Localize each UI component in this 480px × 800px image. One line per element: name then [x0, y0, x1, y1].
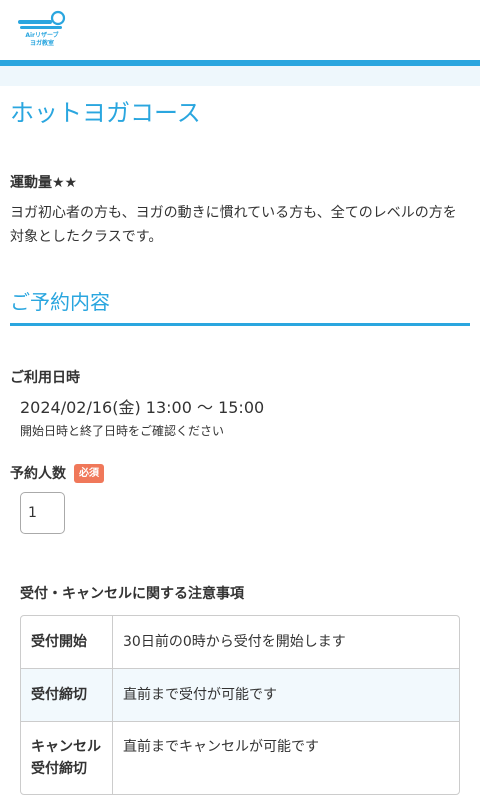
- notice-value: 直前までキャンセルが可能です: [123, 739, 319, 755]
- header-band: [0, 66, 480, 86]
- notice-value: 直前まで受付が可能です: [123, 687, 277, 703]
- app-header: Airリザーブ ヨガ教室: [0, 0, 480, 60]
- logo-text-shop: ヨガ教室: [29, 40, 54, 47]
- course-intensity: 運動量★★: [10, 175, 78, 191]
- notice-key: キャンセル受付締切: [21, 722, 113, 794]
- notice-heading: 受付・キャンセルに関する注意事項: [20, 586, 244, 602]
- table-row: 受付締切 直前まで受付が可能です: [21, 668, 459, 721]
- datetime-label: ご利用日時: [10, 370, 80, 386]
- yoga-mat-logo-icon: [18, 10, 66, 29]
- table-row: キャンセル受付締切 直前までキャンセルが可能です: [21, 721, 459, 794]
- notice-key: 受付開始: [21, 616, 113, 668]
- reservation-section-heading: ご予約内容: [10, 290, 110, 314]
- brand-logo[interactable]: Airリザーブ ヨガ教室: [16, 10, 68, 54]
- section-divider: [10, 323, 470, 326]
- datetime-note: 開始日時と終了日時をご確認ください: [20, 424, 225, 438]
- main-content: ホットヨガコース 運動量★★ ヨガ初心者の方も、ヨガの動きに慣れている方も、全て…: [0, 86, 480, 800]
- notice-table: 受付開始 30日前の0時から受付を開始します 受付締切 直前まで受付が可能です …: [20, 615, 460, 795]
- table-row: 受付開始 30日前の0時から受付を開始します: [21, 616, 459, 668]
- notice-key: 受付締切: [21, 669, 113, 721]
- people-count-input[interactable]: [20, 492, 65, 534]
- course-title: ホットヨガコース: [10, 99, 201, 127]
- required-badge: 必須: [74, 464, 104, 483]
- notice-value: 30日前の0時から受付を開始します: [123, 634, 346, 650]
- course-description: ヨガ初心者の方も、ヨガの動きに慣れている方も、全てのレベルの方を対象としたクラス…: [10, 205, 457, 245]
- datetime-value: 2024/02/16(金) 13:00 〜 15:00: [20, 398, 265, 417]
- logo-text-brand: Airリザーブ: [25, 32, 59, 39]
- people-count-label: 予約人数: [10, 466, 66, 482]
